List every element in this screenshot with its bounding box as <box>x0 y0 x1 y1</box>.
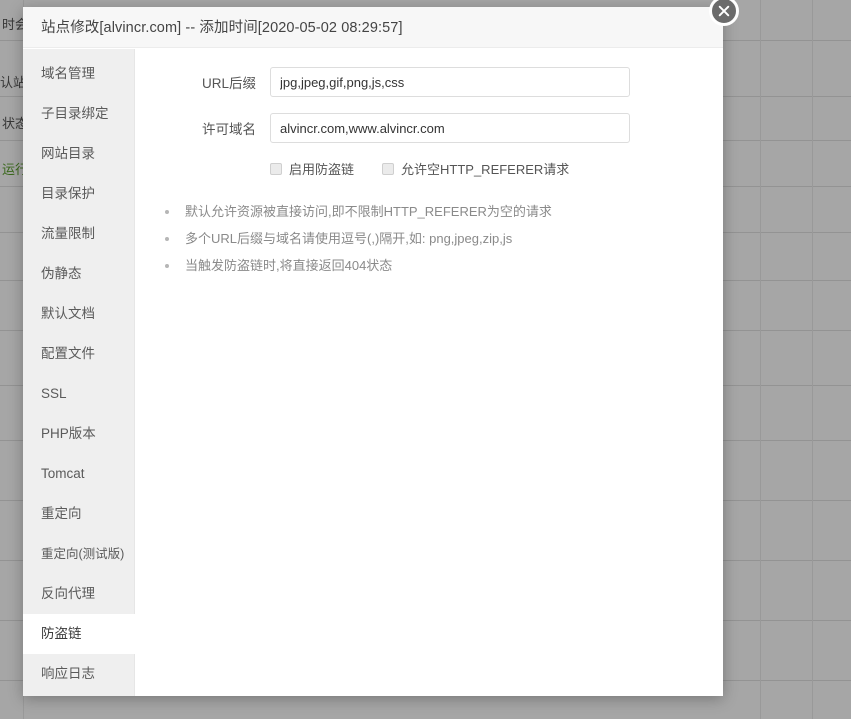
allowed-domains-input[interactable] <box>270 113 630 143</box>
note-item: 多个URL后缀与域名请使用逗号(,)隔开,如: png,jpeg,zip,js <box>163 225 723 252</box>
sidebar-item[interactable]: 目录保护 <box>23 174 134 214</box>
enable-hotlink-protection-checkbox[interactable] <box>270 162 282 175</box>
sidebar-item[interactable]: 流量限制 <box>23 214 134 254</box>
enable-hotlink-protection-label[interactable]: 启用防盗链 <box>289 159 354 178</box>
sidebar-item[interactable]: 子目录绑定 <box>23 94 134 134</box>
note-item: 默认允许资源被直接访问,即不限制HTTP_REFERER为空的请求 <box>163 198 723 225</box>
site-edit-dialog: 站点修改[alvincr.com] -- 添加时间[2020-05-02 08:… <box>23 7 723 696</box>
sidebar-item[interactable]: 网站目录 <box>23 134 134 174</box>
dialog-sidebar: 域名管理 子目录绑定 网站目录 目录保护 流量限制 伪静态 默认文档 配置文件 SSL PHP版本… <box>23 49 136 696</box>
allow-empty-referer-checkbox[interactable] <box>382 162 395 175</box>
sidebar-item[interactable]: 域名管理 <box>23 54 134 94</box>
sidebar-item[interactable]: Tomcat <box>23 454 134 494</box>
sidebar-item[interactable]: PHP版本 <box>23 414 134 454</box>
url-suffix-label: URL后缀 <box>201 76 256 91</box>
dialog-content: URL后缀许可域名 启用防盗链 允许空HTTP_REFERER请求 默认允许资源被… <box>135 49 723 696</box>
sidebar-item[interactable]: 响应日志 <box>23 654 134 694</box>
sidebar-item[interactable]: 重定向 <box>23 494 134 534</box>
sidebar-item[interactable]: 重定向(测试版) <box>23 534 134 574</box>
sidebar-item[interactable]: SSL <box>23 374 134 414</box>
allow-empty-referer-label[interactable]: 允许空HTTP_REFERER请求 <box>401 159 569 178</box>
note-item: 当触发防盗链时,将直接返回404状态 <box>163 252 723 279</box>
allowed-domains-label: 许可域名 <box>202 122 256 137</box>
sidebar-item[interactable]: 伪静态 <box>23 254 134 294</box>
url-suffix-input[interactable] <box>270 67 630 97</box>
form-row: URL后缀 <box>135 67 723 97</box>
checkbox-row: 启用防盗链 允许空HTTP_REFERER请求 <box>135 159 723 178</box>
sidebar-item[interactable]: 默认文档 <box>23 294 134 334</box>
allow-empty-referer-group[interactable]: 允许空HTTP_REFERER请求 <box>382 159 569 178</box>
dialog-header: 站点修改[alvincr.com] -- 添加时间[2020-05-02 08:… <box>23 7 723 48</box>
sidebar-item[interactable]: 配置文件 <box>23 334 134 374</box>
notes-list: 默认允许资源被直接访问,即不限制HTTP_REFERER为空的请求 多个URL后缀… <box>135 198 723 279</box>
sidebar-item[interactable]: 反向代理 <box>23 574 134 614</box>
hotlink-form: URL后缀许可域名 <box>135 67 723 143</box>
sidebar-item-active[interactable]: 防盗链 <box>23 614 136 654</box>
enable-hotlink-protection-group[interactable]: 启用防盗链 <box>270 159 354 178</box>
dialog-body: 域名管理 子目录绑定 网站目录 目录保护 流量限制 伪静态 默认文档 配置文件 SSL PHP版本… <box>23 49 723 696</box>
form-row: 许可域名 <box>135 113 723 143</box>
dialog-title: 站点修改[alvincr.com] -- 添加时间[2020-05-02 08:… <box>41 20 403 36</box>
